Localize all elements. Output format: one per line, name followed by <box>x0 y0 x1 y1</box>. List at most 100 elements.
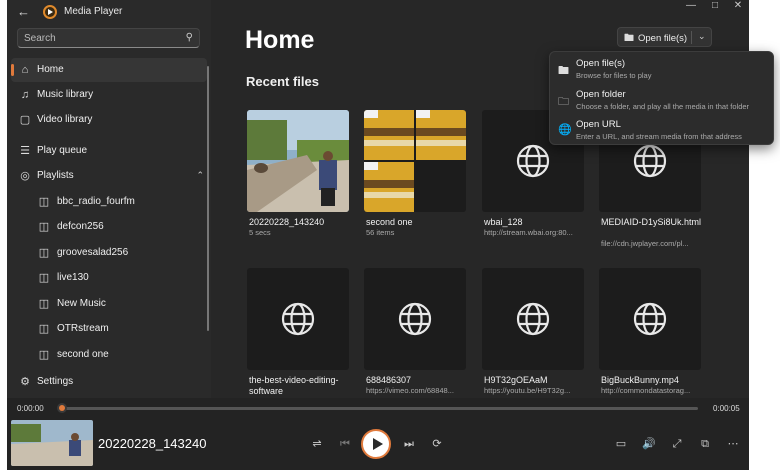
playlist-item[interactable]: ◫ defcon256 <box>11 215 207 239</box>
open-files-button[interactable]: 🖿 Open file(s) ⌄ <box>617 27 712 47</box>
folder-open-icon: 🗀 <box>558 96 569 108</box>
app-title: Media Player <box>64 6 123 17</box>
playlist-item[interactable]: ◫ OTRstream <box>11 317 207 341</box>
open-files-menu: 🖿 Open file(s) Browse for files to play … <box>549 51 774 145</box>
playlist-item[interactable]: ◫ bbc_radio_fourfm <box>11 190 207 214</box>
playlist-item-icon: ◫ <box>38 272 50 284</box>
chevron-down-icon[interactable]: ⌄ <box>698 31 706 42</box>
shuffle-icon[interactable]: ⇌ <box>309 436 325 452</box>
close-icon[interactable]: ✕ <box>726 0 749 14</box>
globe-icon <box>516 144 550 178</box>
search-input[interactable] <box>24 31 174 45</box>
globe-icon <box>281 302 315 336</box>
tile-name: second one <box>366 217 413 227</box>
tile-subtitle: http://commondatastorag... <box>601 386 691 395</box>
playlist-item[interactable]: ◫ second one <box>11 343 207 367</box>
queue-icon: ☰ <box>20 145 30 157</box>
globe-icon <box>398 302 432 336</box>
menu-item-title: Open folder <box>576 89 626 100</box>
next-icon[interactable]: ⏭ <box>401 436 417 452</box>
playlist-item-label: New Music <box>57 298 106 309</box>
playlist-item[interactable]: ◫ live130 <box>11 266 207 290</box>
page-title: Home <box>245 26 315 54</box>
repeat-icon[interactable]: ⟳ <box>429 436 445 452</box>
menu-item-open-folder[interactable]: 🗀 Open folder Choose a folder, and play … <box>550 86 775 114</box>
nav-settings-label: Settings <box>37 376 74 387</box>
nav-play-queue[interactable]: ☰ Play queue <box>11 139 207 163</box>
sidebar: ← Media Player ⚲ ⌂ Home ♫ Music library … <box>7 0 211 398</box>
nav-playlists[interactable]: ◎ Playlists ⌃ <box>11 164 207 188</box>
nav-playlists-label: Playlists <box>37 170 74 181</box>
menu-item-subtitle: Enter a URL, and stream media from that … <box>576 132 742 141</box>
gear-icon: ⚙ <box>20 376 30 388</box>
menu-item-open-files[interactable]: 🖿 Open file(s) Browse for files to play <box>550 55 775 83</box>
playlist-item-icon: ◫ <box>38 247 50 259</box>
tile-subtitle: http://stream.wbai.org:80... <box>484 228 573 237</box>
tile-name: 20220228_143240 <box>249 217 325 227</box>
tile-name: BigBuckBunny.mp4 <box>601 375 679 385</box>
total-time: 0:00:05 <box>713 404 740 413</box>
previous-icon[interactable]: ⏮ <box>337 436 353 452</box>
playlist-item-icon: ◫ <box>38 349 50 361</box>
globe-icon <box>516 302 550 336</box>
nav-home-label: Home <box>37 64 64 75</box>
menu-item-subtitle: Choose a folder, and play all the media … <box>576 102 750 111</box>
search-box[interactable]: ⚲ <box>17 28 200 48</box>
back-arrow-icon[interactable]: ← <box>17 5 33 19</box>
playlist-item-label: groovesalad256 <box>57 247 129 258</box>
active-indicator <box>11 64 14 76</box>
tile-subtitle: https://vimeo.com/68848... <box>366 386 454 395</box>
chevron-up-icon[interactable]: ⌃ <box>196 170 204 181</box>
playlist-item[interactable]: ◫ New Music <box>11 292 207 316</box>
tile-name: wbai_128 <box>484 217 523 227</box>
nav-home[interactable]: ⌂ Home <box>11 58 207 82</box>
url-thumbnail <box>247 268 349 370</box>
sidebar-scrollbar[interactable] <box>207 66 209 331</box>
tile-subtitle: https://youtu.be/H9T32g... <box>484 386 571 395</box>
video-icon: ▢ <box>19 114 31 126</box>
url-thumbnail <box>599 268 701 370</box>
nav-music-label: Music library <box>37 89 94 100</box>
playlist-item[interactable]: ◫ groovesalad256 <box>11 241 207 265</box>
now-playing-thumbnail[interactable] <box>11 420 93 466</box>
video-thumbnail <box>247 110 349 212</box>
globe-icon: 🌐 <box>558 124 572 136</box>
volume-icon[interactable]: 🔊 <box>641 436 657 452</box>
nav-video-library[interactable]: ▢ Video library <box>11 108 207 132</box>
search-icon[interactable]: ⚲ <box>186 32 193 43</box>
current-time: 0:00:00 <box>17 404 44 413</box>
minimize-icon[interactable]: — <box>679 0 703 14</box>
tile-subtitle: file://cdn.jwplayer.com/pl... <box>601 239 689 248</box>
maximize-icon[interactable]: □ <box>703 0 727 14</box>
menu-item-open-url[interactable]: 🌐 Open URL Enter a URL, and stream media… <box>550 116 775 144</box>
nav-music-library[interactable]: ♫ Music library <box>11 83 207 107</box>
globe-icon <box>633 144 667 178</box>
seek-handle[interactable] <box>57 403 67 413</box>
playlist-item-label: defcon256 <box>57 221 104 232</box>
player-bar: 0:00:00 0:00:05 20220228_143240 ⇌ ⏮ ⏭ ⟳ … <box>7 398 749 470</box>
more-options-icon[interactable]: ⋯ <box>725 436 741 452</box>
mini-player-icon[interactable]: ⧉ <box>697 436 713 452</box>
fullscreen-icon[interactable]: ⤢ <box>669 436 685 452</box>
now-playing-title: 20220228_143240 <box>98 436 207 451</box>
tile-name: the-best-video-editing-software <box>249 375 339 396</box>
play-button[interactable] <box>361 429 391 459</box>
playlist-item-label: bbc_radio_fourfm <box>57 196 135 207</box>
divider <box>691 31 692 44</box>
url-thumbnail <box>364 268 466 370</box>
seek-bar[interactable] <box>62 407 698 410</box>
nav-settings[interactable]: ⚙ Settings <box>11 370 207 394</box>
tile-subtitle: 5 secs <box>249 228 271 237</box>
open-files-label: Open file(s) <box>638 33 688 44</box>
url-thumbnail <box>482 268 584 370</box>
menu-item-title: Open URL <box>576 119 621 130</box>
cast-icon[interactable]: ▭ <box>613 436 629 452</box>
menu-item-title: Open file(s) <box>576 58 626 69</box>
playlist-item-label: second one <box>57 349 109 360</box>
playlist-item-label: live130 <box>57 272 89 283</box>
playlist-thumbnail <box>364 110 466 212</box>
tile-name: H9T32gOEAaM <box>484 375 548 385</box>
playlist-item-icon: ◫ <box>38 221 50 233</box>
playlist-item-icon: ◫ <box>38 196 50 208</box>
nav-queue-label: Play queue <box>37 145 88 156</box>
